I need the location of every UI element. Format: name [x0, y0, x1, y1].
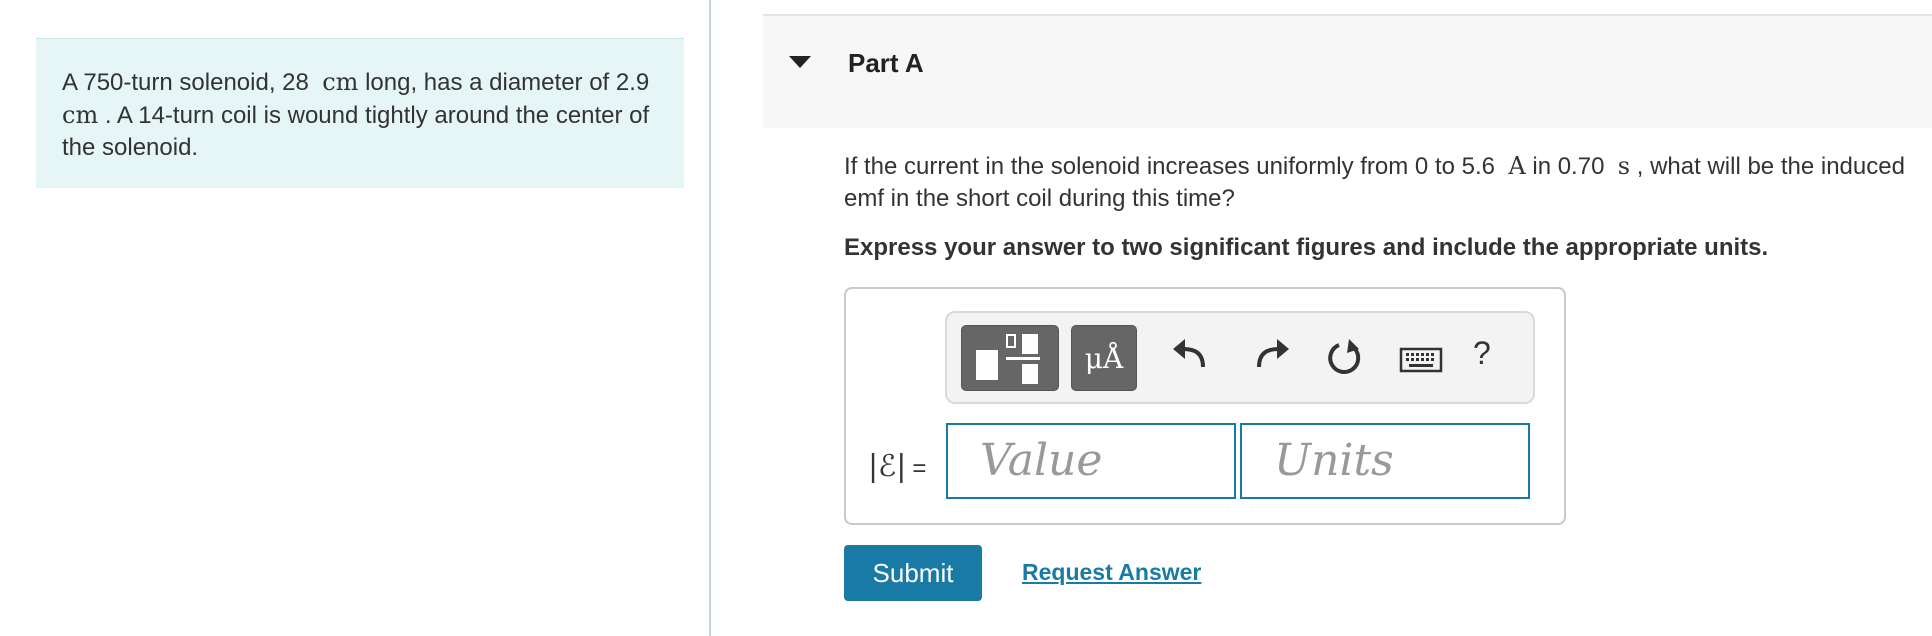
undo-icon[interactable] — [1169, 331, 1217, 383]
help-icon[interactable]: ? — [1473, 335, 1491, 372]
equals-sign: = — [912, 455, 927, 482]
emf-symbol: |ℰ| — [868, 449, 907, 484]
answer-box: μÅ ? |ℰ| = Value Units — [844, 287, 1566, 525]
units-input[interactable]: Units — [1240, 423, 1530, 499]
templates-button[interactable] — [961, 325, 1059, 391]
part-title: Part A — [848, 48, 924, 78]
question-unit-time: s — [1617, 152, 1631, 180]
problem-panel: A 750-turn solenoid, 28 cm long, has a d… — [0, 0, 710, 636]
problem-statement: A 750-turn solenoid, 28 cm long, has a d… — [36, 38, 684, 188]
part-a-header[interactable]: Part A — [763, 14, 1932, 128]
math-toolbar: μÅ ? — [945, 311, 1535, 404]
units-button[interactable]: μÅ — [1071, 325, 1137, 391]
keyboard-icon[interactable] — [1397, 331, 1445, 383]
question-text-1: If the current in the solenoid increases… — [844, 153, 1495, 180]
problem-unit-length: cm — [322, 68, 359, 96]
problem-text-1: A 750-turn solenoid, 28 — [62, 69, 309, 96]
value-input[interactable]: Value — [946, 423, 1236, 499]
caret-down-icon[interactable] — [789, 56, 811, 68]
problem-unit-diameter: cm — [62, 101, 99, 129]
problem-text-2: long, has a diameter of 2.9 — [365, 69, 650, 96]
redo-icon[interactable] — [1245, 331, 1293, 383]
panel-divider — [709, 0, 711, 636]
reset-icon[interactable] — [1321, 331, 1369, 383]
submit-button[interactable]: Submit — [844, 545, 982, 601]
answer-instruction: Express your answer to two significant f… — [844, 234, 1769, 261]
question-text-2: in 0.70 — [1532, 153, 1605, 180]
request-answer-link[interactable]: Request Answer — [1022, 559, 1201, 586]
question-unit-current: A — [1508, 152, 1526, 180]
units-icon: μÅ — [1084, 342, 1124, 375]
problem-text-3: . A 14-turn coil is wound tightly around… — [62, 102, 650, 161]
answer-label: |ℰ| = — [868, 449, 926, 484]
question-text: If the current in the solenoid increases… — [844, 150, 1932, 215]
